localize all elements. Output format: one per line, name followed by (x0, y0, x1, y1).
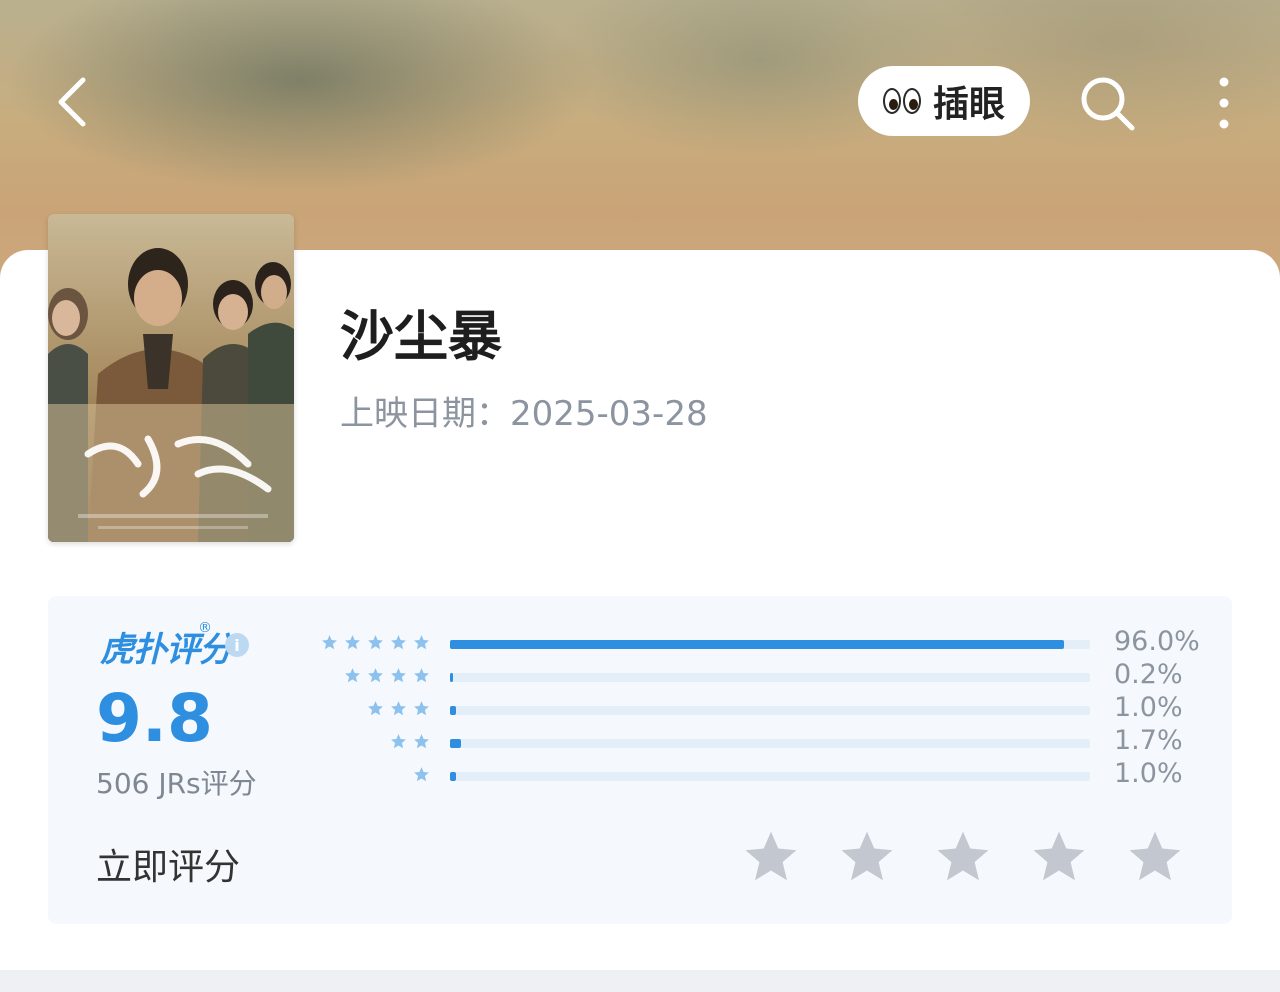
show-title: 沙尘暴 (340, 305, 502, 368)
bottom-divider (0, 970, 1280, 992)
info-icon[interactable]: i (225, 633, 249, 657)
distribution-row-3-star: 1.0% (300, 692, 1200, 728)
distribution-bar-track (450, 739, 1090, 748)
show-poster[interactable] (48, 214, 294, 542)
rating-brand: 虎扑评分 (100, 630, 233, 670)
small-star-icon (391, 668, 406, 683)
star-icon (1033, 831, 1085, 881)
distribution-row-5-star: 96.0% (300, 626, 1200, 662)
rate-star-1[interactable] (742, 828, 800, 886)
rate-star-3[interactable] (934, 828, 992, 886)
distribution-stars (390, 733, 430, 750)
distribution-bar-fill (450, 673, 453, 682)
release-label: 上映日期： (340, 394, 510, 434)
small-star-icon (391, 701, 406, 716)
distribution-percent: 0.2% (1114, 659, 1183, 690)
small-star-icon (414, 701, 429, 716)
distribution-stars (413, 766, 430, 783)
distribution-percent: 1.7% (1114, 725, 1183, 756)
small-star-icon (391, 635, 406, 650)
distribution-row-2-star: 1.7% (300, 725, 1200, 761)
distribution-row-1-star: 1.0% (300, 758, 1200, 794)
small-star-icon (368, 668, 383, 683)
more-vertical-icon (1219, 77, 1229, 129)
release-value: 2025-03-28 (510, 394, 708, 434)
release-date: 上映日期：2025-03-28 (340, 386, 708, 435)
distribution-row-4-star: 0.2% (300, 659, 1200, 695)
distribution-percent: 96.0% (1114, 626, 1200, 657)
distribution-bar-fill (450, 706, 457, 715)
small-star-icon (345, 635, 360, 650)
small-star-icon (345, 668, 360, 683)
distribution-bar-track (450, 673, 1090, 682)
rate-star-2[interactable] (838, 828, 896, 886)
back-button[interactable] (44, 70, 100, 134)
distribution-bar-fill (450, 739, 461, 748)
distribution-bar-track (450, 706, 1090, 715)
small-star-icon (368, 701, 383, 716)
eyes-icon (882, 88, 921, 114)
small-star-icon (414, 668, 429, 683)
distribution-percent: 1.0% (1114, 692, 1183, 723)
chevron-left-icon (58, 77, 86, 127)
star-icon (745, 831, 797, 881)
rating-score: 9.8 (96, 680, 213, 757)
distribution-bar-fill (450, 640, 1065, 649)
distribution-stars (321, 634, 430, 651)
small-star-icon (391, 734, 406, 749)
small-star-icon (368, 635, 383, 650)
top-bar: 插眼 (0, 0, 1280, 200)
registered-mark: ® (198, 620, 212, 636)
distribution-stars (344, 667, 430, 684)
more-button[interactable] (1204, 72, 1244, 134)
distribution-bar-fill (450, 772, 457, 781)
rate-star-5[interactable] (1126, 828, 1184, 886)
peek-button[interactable]: 插眼 (858, 66, 1030, 136)
small-star-icon (414, 635, 429, 650)
star-icon (841, 831, 893, 881)
star-icon (937, 831, 989, 881)
search-button[interactable] (1076, 72, 1138, 134)
small-star-icon (414, 767, 429, 782)
rate-stars (742, 828, 1184, 886)
distribution-percent: 1.0% (1114, 758, 1183, 789)
search-icon (1081, 77, 1135, 131)
star-icon (1129, 831, 1181, 881)
distribution-bar-track (450, 640, 1090, 649)
peek-label: 插眼 (932, 84, 1005, 125)
distribution-stars (367, 700, 430, 717)
rate-star-4[interactable] (1030, 828, 1088, 886)
rate-now-label[interactable]: 立即评分 (96, 838, 240, 890)
distribution-bar-track (450, 772, 1090, 781)
poster-image (48, 214, 294, 542)
small-star-icon (322, 635, 337, 650)
small-star-icon (414, 734, 429, 749)
rating-count: 506 JRs评分 (96, 767, 257, 800)
